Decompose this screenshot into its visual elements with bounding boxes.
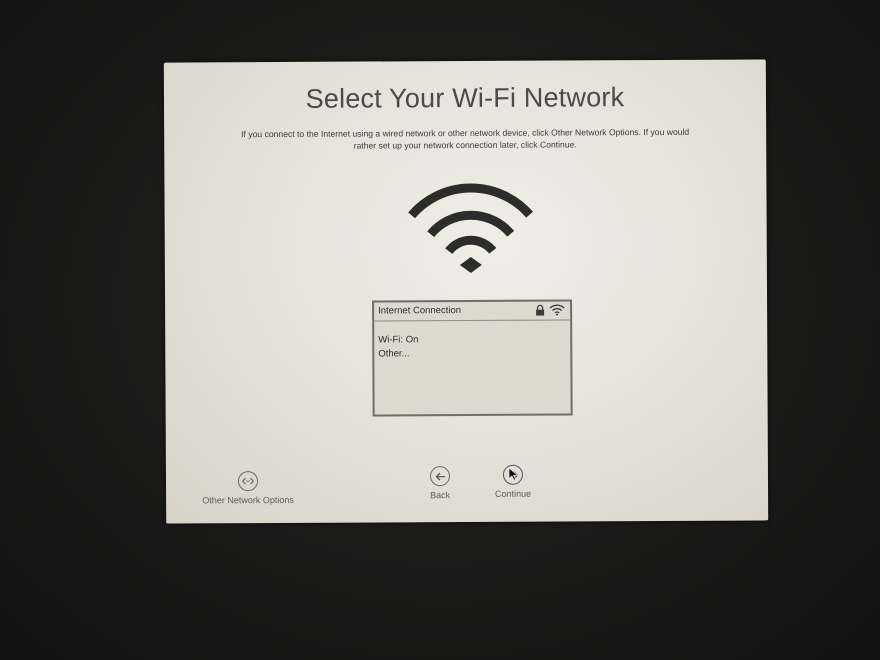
back-arrow-icon: [429, 466, 451, 487]
page-title: Select Your Wi-Fi Network: [305, 82, 625, 114]
setup-assistant-screen: Select Your Wi-Fi Network If you connect…: [163, 59, 769, 524]
network-list-header: Internet Connection: [374, 301, 571, 322]
wifi-icon: [408, 183, 533, 273]
back-button[interactable]: Back: [415, 466, 465, 500]
continue-label: Continue: [495, 488, 532, 499]
other-network-options-label: Other Network Options: [202, 494, 294, 506]
network-item-wifi-on[interactable]: Wi-Fi: On: [378, 334, 418, 345]
page-subtitle: If you connect to the Internet using a w…: [241, 126, 690, 151]
wifi-signal-icon: [549, 304, 565, 316]
back-label: Back: [430, 490, 451, 501]
network-list-header-label: Internet Connection: [378, 305, 462, 317]
network-item-other[interactable]: Other...: [378, 348, 409, 359]
other-network-options-button[interactable]: Other Network Options: [188, 471, 308, 506]
network-list: Internet Connection Wi-Fi: On Other...: [372, 299, 573, 417]
network-options-icon: [237, 471, 259, 492]
mouse-cursor-icon: [508, 466, 519, 481]
lock-icon: [536, 304, 545, 316]
